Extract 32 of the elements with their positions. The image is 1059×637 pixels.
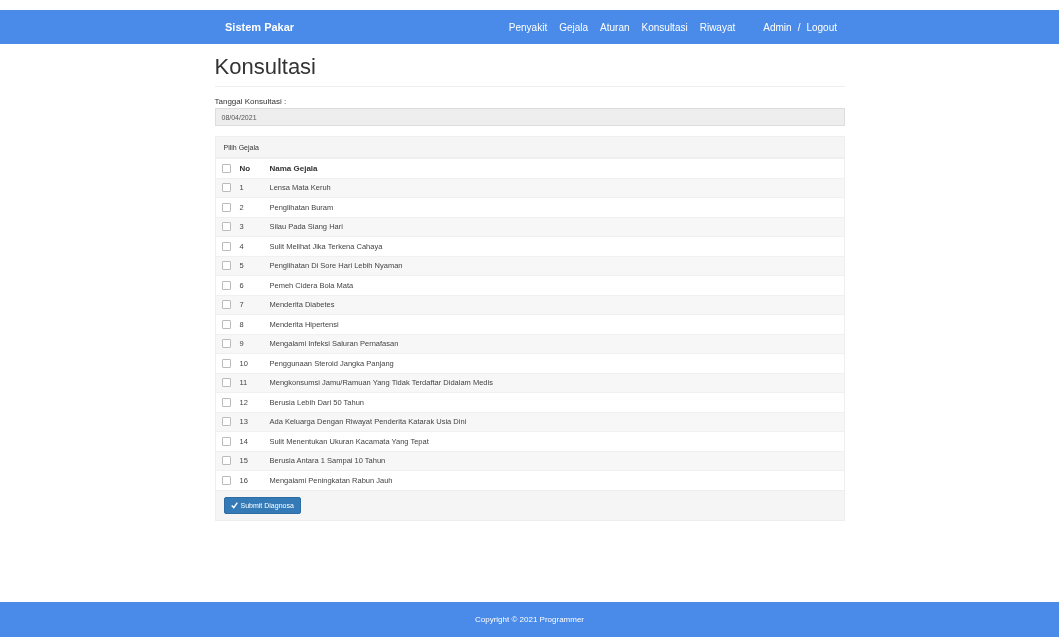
symptom-checkbox[interactable] bbox=[221, 456, 231, 466]
select-all-checkbox[interactable] bbox=[221, 163, 231, 173]
symptom-checkbox[interactable] bbox=[221, 358, 231, 368]
check-icon bbox=[230, 501, 238, 509]
separator: / bbox=[797, 21, 801, 33]
symptom-checkbox[interactable] bbox=[221, 436, 231, 446]
symptom-checkbox[interactable] bbox=[221, 300, 231, 310]
page-title: Konsultasi bbox=[214, 54, 845, 87]
logout-link[interactable]: Logout bbox=[806, 21, 837, 33]
nav-link[interactable]: Riwayat bbox=[699, 21, 736, 33]
date-label: Tanggal Konsultasi : bbox=[214, 97, 288, 106]
symptom-checkbox[interactable] bbox=[221, 319, 231, 329]
symptom-checkbox[interactable] bbox=[221, 222, 231, 232]
copyright-text: Copyright © 2021 Programmer bbox=[474, 615, 585, 624]
symptom-checkbox[interactable] bbox=[221, 378, 231, 388]
symptom-checkbox[interactable] bbox=[221, 417, 231, 427]
symptom-checkbox[interactable] bbox=[221, 241, 231, 251]
brand-link[interactable]: Sistem Pakar bbox=[225, 21, 295, 33]
symptom-checkbox[interactable] bbox=[221, 280, 231, 290]
nav-link[interactable]: Penyakit bbox=[508, 21, 548, 33]
symptom-checkbox[interactable] bbox=[221, 397, 231, 407]
symptom-checkbox[interactable] bbox=[221, 339, 231, 349]
column-header: Nama Gejala bbox=[269, 163, 319, 173]
nav-link[interactable]: Konsultasi bbox=[641, 21, 688, 33]
symptom-checkbox[interactable] bbox=[221, 202, 231, 212]
symptom-checkbox[interactable] bbox=[221, 475, 231, 485]
nav-link[interactable]: Gejala bbox=[559, 21, 589, 33]
symptom-checkbox[interactable] bbox=[221, 261, 231, 271]
column-header: No bbox=[239, 163, 252, 173]
symptom-checkbox[interactable] bbox=[221, 183, 231, 193]
user-link[interactable]: Admin bbox=[763, 21, 792, 33]
nav-link[interactable]: Aturan bbox=[600, 21, 630, 33]
